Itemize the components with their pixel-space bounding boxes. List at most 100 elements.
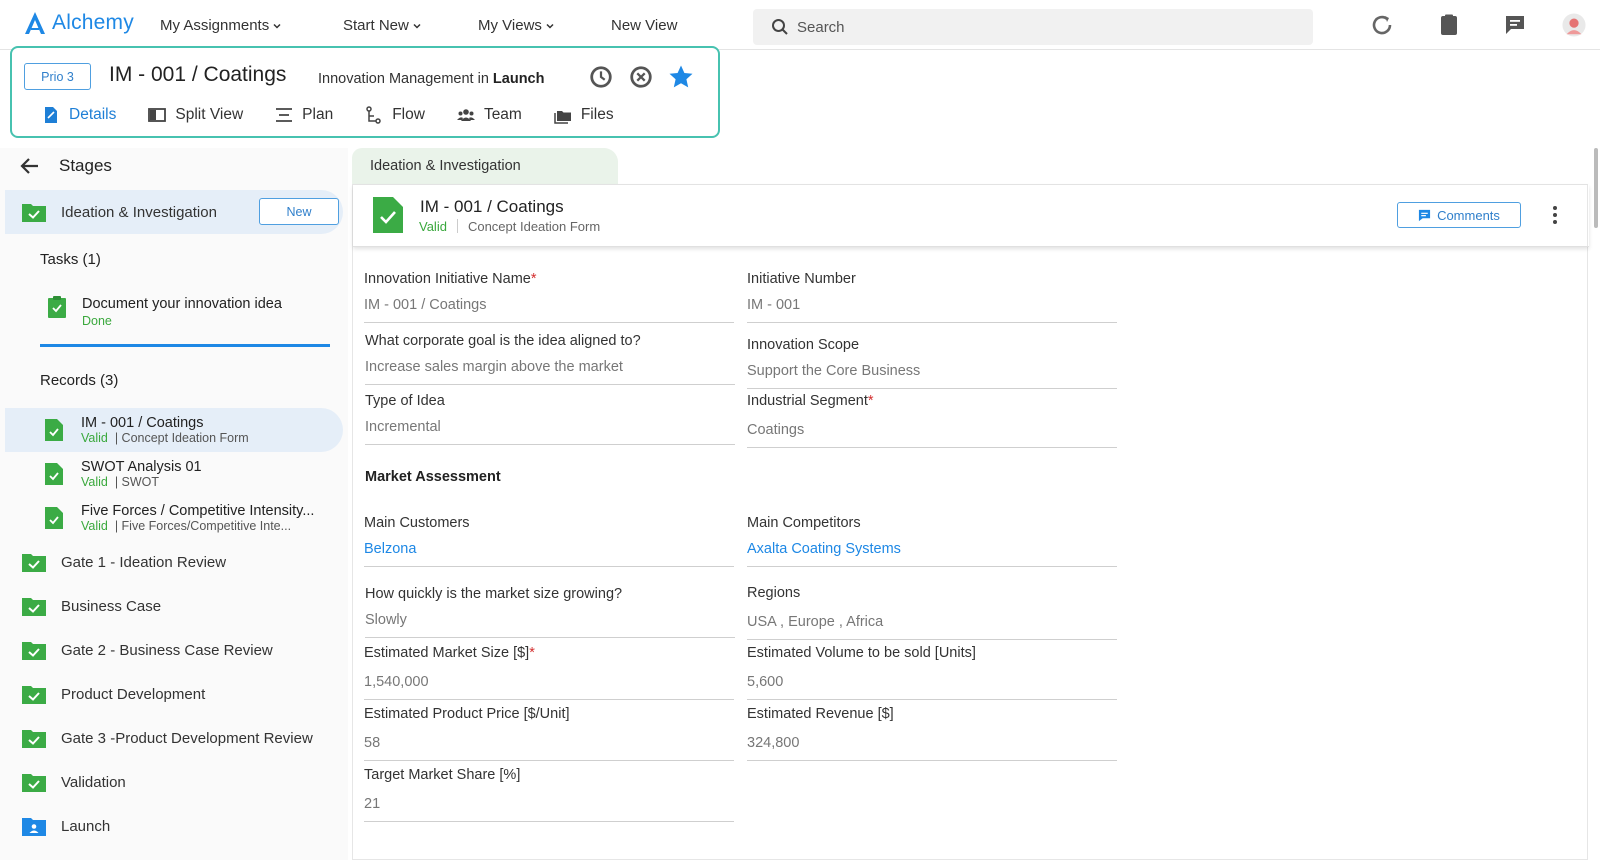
- stages-sidebar: Stages Ideation & Investigation New Task…: [0, 148, 348, 860]
- tab-split-view[interactable]: Split View: [148, 106, 243, 124]
- stage-item-business-case[interactable]: Business Case: [5, 584, 343, 628]
- history-icon[interactable]: [1370, 13, 1394, 37]
- history-action-icon[interactable]: [587, 63, 615, 91]
- stage-item-product-development[interactable]: Product Development: [5, 672, 343, 716]
- field-value-link[interactable]: Axalta Coating Systems: [747, 541, 1117, 567]
- stage-item-launch[interactable]: Launch: [5, 804, 343, 848]
- field-corporate-goal[interactable]: What corporate goal is the idea aligned …: [365, 333, 735, 385]
- comments-button-label: Comments: [1437, 207, 1500, 223]
- comments-button[interactable]: Comments: [1397, 202, 1521, 228]
- nav-new-view[interactable]: New View: [611, 17, 677, 34]
- tab-files[interactable]: Files: [554, 106, 614, 124]
- task-item[interactable]: Document your innovation idea Done: [48, 296, 282, 328]
- nav-my-views-label: My Views: [478, 17, 542, 34]
- stage-folder-user-icon: [22, 818, 46, 836]
- field-main-customers[interactable]: Main Customers Belzona: [364, 515, 734, 567]
- record-item[interactable]: IM - 001 / Coatings Valid | Concept Idea…: [5, 408, 343, 452]
- field-volume[interactable]: Estimated Volume to be sold [Units] 5,60…: [747, 645, 1117, 700]
- page-scrollbar[interactable]: [1594, 148, 1598, 228]
- field-value[interactable]: 1,540,000: [364, 674, 734, 700]
- record-card-status: Valid: [419, 219, 447, 234]
- required-marker: *: [530, 271, 537, 287]
- user-avatar[interactable]: [1562, 13, 1586, 37]
- new-record-button[interactable]: New: [259, 198, 339, 225]
- record-item-status: Valid: [81, 475, 108, 489]
- field-value[interactable]: 58: [364, 735, 734, 761]
- field-value[interactable]: Increase sales margin above the market: [365, 359, 735, 385]
- field-initiative-number[interactable]: Initiative Number IM - 001: [747, 271, 1117, 323]
- field-product-price[interactable]: Estimated Product Price [$/Unit] 58: [364, 706, 734, 761]
- stage-item-gate-2[interactable]: Gate 2 - Business Case Review: [5, 628, 343, 672]
- records-title: Records (3): [40, 372, 119, 389]
- stage-item-label: Launch: [61, 817, 111, 835]
- field-industrial-segment[interactable]: Industrial Segment* Coatings: [747, 393, 1117, 448]
- stage-tab[interactable]: Ideation & Investigation: [352, 148, 618, 184]
- record-stage-label: Launch: [492, 71, 545, 87]
- field-value-link[interactable]: Belzona: [364, 541, 734, 567]
- field-value[interactable]: USA , Europe , Africa: [747, 614, 1117, 640]
- record-item[interactable]: SWOT Analysis 01 Valid | SWOT: [5, 452, 343, 496]
- field-value[interactable]: 324,800: [747, 735, 1117, 761]
- tab-flow[interactable]: Flow: [365, 106, 425, 124]
- stage-item-validation[interactable]: Validation: [5, 760, 343, 804]
- nav-my-assignments-label: My Assignments: [160, 17, 270, 34]
- cancel-action-icon[interactable]: [627, 63, 655, 91]
- comment-icon: [1418, 209, 1431, 221]
- stage-item-gate-1[interactable]: Gate 1 - Ideation Review: [5, 540, 343, 584]
- tasks-title: Tasks (1): [40, 251, 101, 268]
- required-marker: *: [529, 645, 535, 661]
- tab-details[interactable]: Details: [42, 106, 116, 124]
- field-value[interactable]: Slowly: [365, 612, 735, 638]
- field-regions[interactable]: Regions USA , Europe , Africa: [747, 585, 1117, 640]
- tab-plan[interactable]: Plan: [275, 106, 333, 124]
- field-market-growth[interactable]: How quickly is the market size growing? …: [365, 586, 735, 638]
- field-innovation-scope[interactable]: Innovation Scope Support the Core Busine…: [747, 337, 1117, 389]
- more-options-icon[interactable]: [1549, 202, 1561, 228]
- search-input[interactable]: Search: [753, 9, 1313, 45]
- stage-folder-check-icon: [22, 204, 46, 222]
- field-label: Estimated Volume to be sold [Units]: [747, 645, 976, 661]
- priority-badge[interactable]: Prio 3: [24, 63, 91, 90]
- record-item-type: | SWOT: [114, 475, 160, 489]
- favorite-star-icon[interactable]: [667, 63, 695, 91]
- field-type-of-idea[interactable]: Type of Idea Incremental: [365, 393, 735, 445]
- record-item[interactable]: Five Forces / Competitive Intensity... V…: [5, 496, 343, 540]
- field-market-share[interactable]: Target Market Share [%] 21: [364, 767, 734, 822]
- section-market-assessment: Market Assessment: [365, 469, 501, 485]
- field-initiative-name[interactable]: Innovation Initiative Name* IM - 001 / C…: [364, 271, 734, 323]
- tab-team[interactable]: Team: [456, 106, 522, 124]
- field-value[interactable]: IM - 001 / Coatings: [364, 297, 734, 323]
- files-icon: [554, 111, 571, 124]
- alchemy-logo-icon: [25, 12, 45, 34]
- chat-icon[interactable]: [1503, 13, 1527, 37]
- nav-start-new[interactable]: Start New: [343, 17, 421, 34]
- field-value[interactable]: 5,600: [747, 674, 1117, 700]
- nav-my-views[interactable]: My Views: [478, 17, 554, 34]
- brand-logo[interactable]: Alchemy: [22, 10, 134, 36]
- record-doc-icon: [45, 419, 63, 441]
- stage-item-gate-3[interactable]: Gate 3 -Product Development Review: [5, 716, 343, 760]
- field-label: Industrial Segment: [747, 393, 868, 409]
- field-value[interactable]: Incremental: [365, 419, 735, 445]
- field-value[interactable]: 21: [364, 796, 734, 822]
- field-label: Target Market Share [%]: [364, 767, 521, 783]
- field-main-competitors[interactable]: Main Competitors Axalta Coating Systems: [747, 515, 1117, 567]
- field-value[interactable]: Coatings: [747, 422, 1117, 448]
- field-revenue[interactable]: Estimated Revenue [$] 324,800: [747, 706, 1117, 761]
- field-market-size[interactable]: Estimated Market Size [$]* 1,540,000: [364, 645, 734, 700]
- record-card-header: IM - 001 / Coatings Valid Concept Ideati…: [353, 185, 1589, 247]
- clipboard-icon[interactable]: [1437, 13, 1461, 37]
- field-value[interactable]: IM - 001: [747, 297, 1117, 323]
- field-label: Main Customers: [364, 515, 470, 531]
- stage-folder-check-icon: [22, 686, 46, 704]
- nav-start-new-label: Start New: [343, 17, 409, 34]
- stage-item-ideation-label: Ideation & Investigation: [61, 203, 217, 221]
- chevron-down-icon: [413, 23, 421, 29]
- field-value[interactable]: Support the Core Business: [747, 363, 1117, 389]
- meta-separator: [456, 219, 458, 233]
- stage-folder-check-icon: [22, 598, 46, 616]
- nav-my-assignments[interactable]: My Assignments: [160, 17, 281, 34]
- stage-item-ideation[interactable]: Ideation & Investigation New: [5, 190, 343, 234]
- back-arrow-icon[interactable]: [20, 156, 40, 176]
- record-doc-icon: [45, 463, 63, 485]
